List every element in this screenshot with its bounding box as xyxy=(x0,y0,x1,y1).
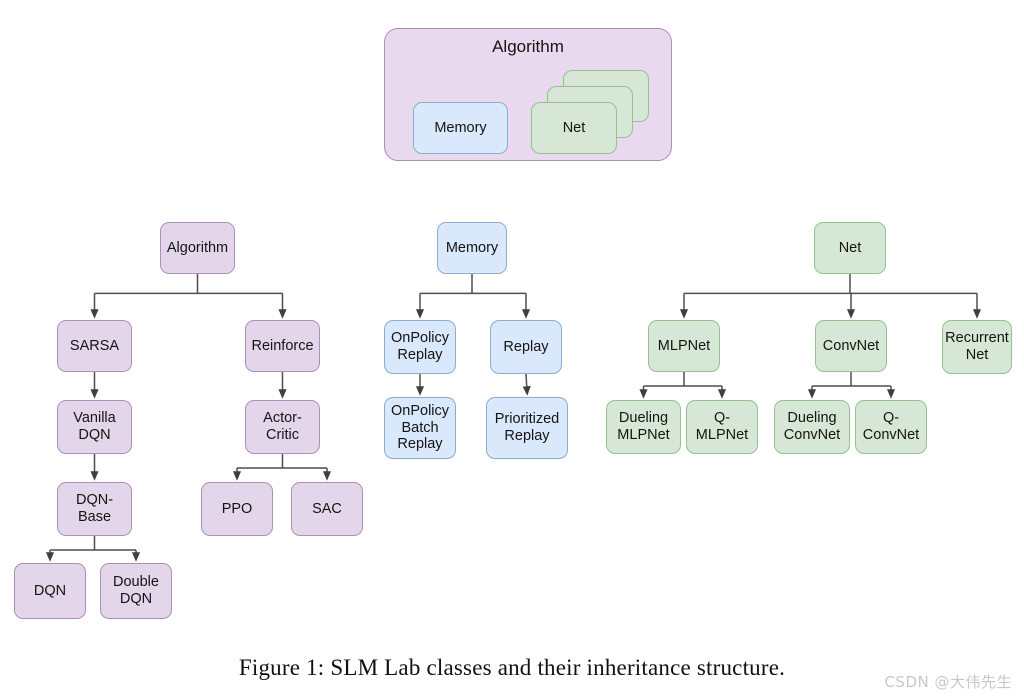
container-net-card-front: Net xyxy=(531,102,617,154)
node-onpolicy-batch: OnPolicy Batch Replay xyxy=(384,397,456,459)
figure-caption: Figure 1: SLM Lab classes and their inhe… xyxy=(238,655,786,680)
algorithm-container-panel: Algorithm Memory Net xyxy=(384,28,672,161)
node-net: Net xyxy=(814,222,886,274)
node-q-convnet: Q- ConvNet xyxy=(855,400,927,454)
container-panel-title: Algorithm xyxy=(492,37,564,56)
node-replay: Replay xyxy=(490,320,562,374)
node-dqn-base: DQN- Base xyxy=(57,482,132,536)
node-algorithm: Algorithm xyxy=(160,222,235,274)
node-dueling-mlpnet: Dueling MLPNet xyxy=(606,400,681,454)
node-memory: Memory xyxy=(437,222,507,274)
node-prioritized-replay: Prioritized Replay xyxy=(486,397,568,459)
node-reinforce: Reinforce xyxy=(245,320,320,372)
node-q-mlpnet: Q- MLPNet xyxy=(686,400,758,454)
node-sarsa: SARSA xyxy=(57,320,132,372)
node-vanilla-dqn: Vanilla DQN xyxy=(57,400,132,454)
node-convnet: ConvNet xyxy=(815,320,887,372)
node-mlpnet: MLPNet xyxy=(648,320,720,372)
container-memory-card: Memory xyxy=(413,102,508,154)
figure-root: Algorithm Memory Net Algorithm SARSA Reinf… xyxy=(0,0,1024,700)
connector-replay-to-prioritized-replay xyxy=(522,373,531,396)
node-dqn: DQN xyxy=(14,563,86,619)
watermark: CSDN @大伟先生 xyxy=(884,673,1012,691)
node-double-dqn: Double DQN xyxy=(100,563,172,619)
node-sac: SAC xyxy=(291,482,363,536)
node-ppo: PPO xyxy=(201,482,273,536)
node-dueling-convnet: Dueling ConvNet xyxy=(774,400,850,454)
node-recurrent-net: Recurrent Net xyxy=(942,320,1012,374)
node-onpolicy-replay: OnPolicy Replay xyxy=(384,320,456,374)
node-actor-critic: Actor- Critic xyxy=(245,400,320,454)
